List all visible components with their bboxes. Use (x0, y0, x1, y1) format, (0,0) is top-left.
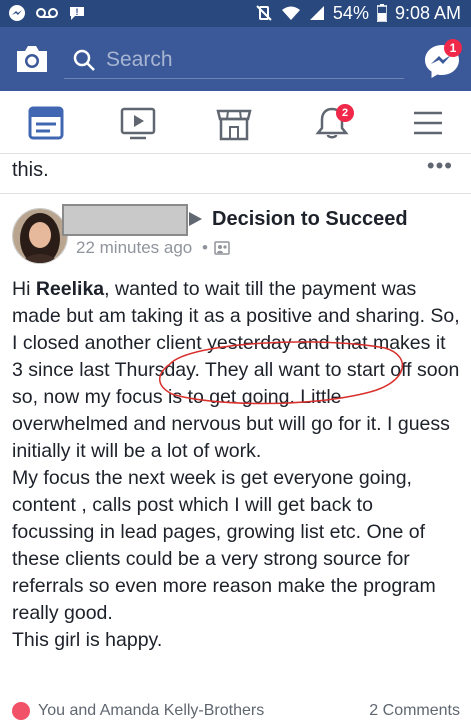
previous-post-text: this. (12, 159, 49, 181)
post-body: Hi Reelika, wanted to wait till the paym… (12, 276, 460, 654)
mention-link[interactable]: Reelika (36, 278, 104, 300)
news-feed-icon[interactable] (26, 105, 66, 141)
vibrate-mute-icon (256, 5, 272, 21)
messenger-notification-icon (9, 5, 25, 21)
notifications-badge: 2 (336, 104, 354, 122)
tab-bar (0, 91, 471, 154)
greeting-text: Hi (12, 278, 36, 300)
wifi-icon (281, 6, 300, 20)
group-name[interactable]: Decision to Succeed (212, 208, 408, 231)
top-search-bar: Search 1 (0, 27, 471, 91)
group-audience-icon (214, 241, 230, 255)
paragraph-1-text: , wanted to wait till the payment was ma… (12, 278, 466, 462)
reactions-row[interactable]: You and Amanda Kelly-Brothers 2 Comments (12, 702, 460, 722)
camera-icon[interactable] (14, 43, 50, 75)
signal-icon (309, 6, 324, 20)
status-bar: ! 54% 9:08 AM (0, 0, 471, 27)
svg-text:!: ! (76, 7, 79, 17)
previous-post-fragment: this. ••• (0, 153, 471, 194)
post-card: Decision to Succeed 22 minutes ago • Hi … (0, 194, 471, 720)
search-input[interactable]: Search (64, 42, 404, 79)
chat-notification-icon: ! (70, 7, 84, 20)
voicemail-icon (36, 8, 58, 18)
reactions-summary[interactable]: You and Amanda Kelly-Brothers (38, 702, 264, 720)
messenger-badge: 1 (444, 39, 462, 57)
menu-icon[interactable] (408, 105, 448, 141)
marketplace-icon[interactable] (214, 105, 254, 141)
author-name-redacted[interactable] (62, 204, 188, 236)
post-paragraph-1: Hi Reelika, wanted to wait till the paym… (12, 276, 460, 465)
post-paragraph-3: This girl is happy. (12, 629, 163, 651)
post-timestamp[interactable]: 22 minutes ago (76, 238, 192, 258)
search-placeholder: Search (106, 48, 173, 71)
more-options-icon[interactable]: ••• (427, 153, 453, 179)
battery-icon (376, 4, 387, 22)
battery-percent: 54% (332, 3, 369, 23)
search-icon (73, 49, 95, 71)
comment-count[interactable]: 2 Comments (369, 702, 460, 720)
avatar[interactable] (12, 208, 68, 264)
post-paragraph-2: My focus the next week is get everyone g… (12, 467, 442, 624)
arrow-right-icon (189, 212, 202, 226)
meta-separator: • (202, 238, 208, 257)
video-icon[interactable] (118, 105, 158, 141)
love-reaction-icon (12, 702, 30, 720)
clock: 9:08 AM (394, 3, 461, 23)
